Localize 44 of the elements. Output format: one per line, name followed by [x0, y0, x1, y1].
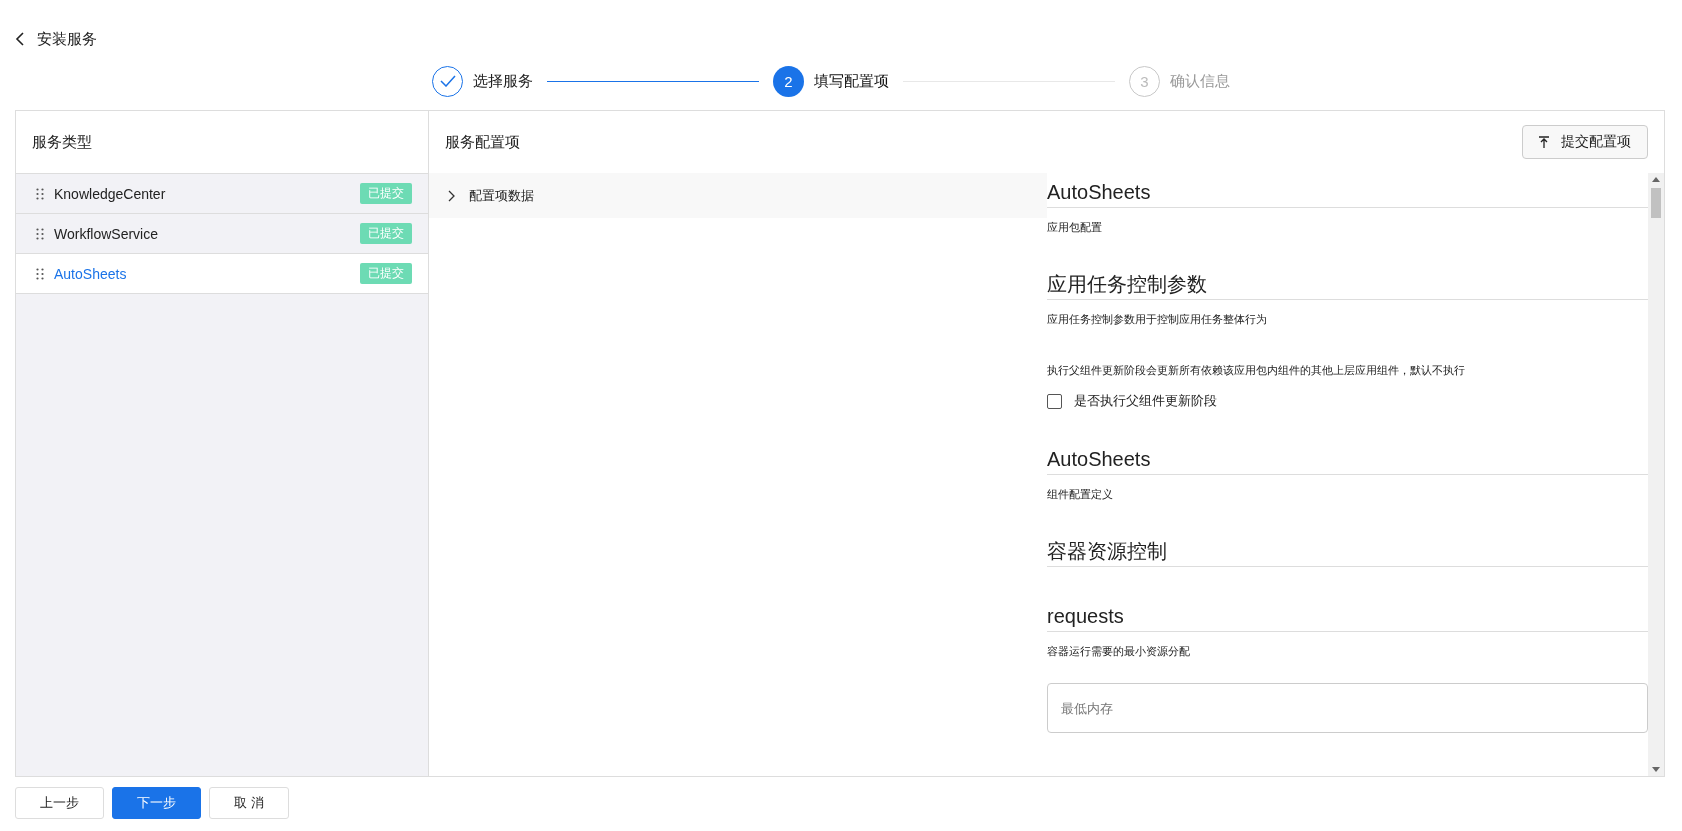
drag-handle-icon[interactable]: [36, 187, 44, 200]
section-heading: 容器资源控制: [1047, 540, 1167, 562]
tree-label: 配置项数据: [469, 186, 534, 205]
section-heading: AutoSheets: [1047, 448, 1151, 470]
step-indicator: 2: [773, 65, 804, 97]
footer-button[interactable]: 取 消: [209, 787, 289, 819]
scroll-up-icon[interactable]: [1652, 177, 1660, 182]
drag-handle-icon[interactable]: [36, 267, 44, 280]
checkbox[interactable]: [1047, 393, 1062, 409]
panel-title: 服务类型: [32, 132, 92, 152]
service-name: KnowledgeCenter: [54, 185, 167, 202]
field-help-text: 执行父组件更新阶段会更新所有依赖该应用包内组件的其他上层应用组件，默认不执行: [1047, 363, 1466, 378]
panel-title: 服务配置项: [445, 132, 520, 152]
upload-icon: [1539, 136, 1549, 148]
section-description: 应用任务控制参数用于控制应用任务整体行为: [1047, 312, 1268, 327]
scroll-down-icon[interactable]: [1652, 767, 1660, 772]
step-label: 填写配置项: [814, 71, 889, 91]
section-heading: requests: [1047, 605, 1124, 627]
section-heading: AutoSheets: [1047, 181, 1151, 203]
step-label: 选择服务: [473, 71, 533, 91]
service-item[interactable]: KnowledgeCenter 已提交: [16, 174, 428, 214]
status-badge: 已提交: [360, 263, 412, 284]
next-button[interactable]: 下一步: [112, 787, 201, 819]
back-link[interactable]: 安装服务: [15, 26, 97, 52]
section-description: 容器运行需要的最小资源分配: [1047, 644, 1191, 659]
tree-item[interactable]: 配置项数据: [429, 173, 1047, 218]
service-item[interactable]: AutoSheets 已提交: [16, 254, 428, 294]
checkbox-label: 是否执行父组件更新阶段: [1074, 392, 1217, 410]
submit-button[interactable]: 提交配置项: [1522, 125, 1648, 159]
step-label: 确认信息: [1170, 71, 1230, 91]
scrollbar[interactable]: [1648, 173, 1664, 776]
expand-icon[interactable]: [447, 189, 455, 202]
status-badge: 已提交: [360, 223, 412, 244]
section-description: 组件配置定义: [1047, 487, 1114, 502]
status-badge: 已提交: [360, 183, 412, 204]
scrollbar-thumb[interactable]: [1651, 188, 1661, 218]
service-name: AutoSheets: [54, 265, 128, 282]
input-field[interactable]: 最低内存: [1047, 683, 1648, 733]
service-name: WorkflowService: [54, 225, 159, 242]
section-heading: 应用任务控制参数: [1047, 273, 1207, 295]
footer-button[interactable]: 上一步: [15, 787, 104, 819]
section-description: 应用包配置: [1047, 220, 1103, 235]
drag-handle-icon[interactable]: [36, 227, 44, 240]
back-icon: [15, 32, 25, 46]
